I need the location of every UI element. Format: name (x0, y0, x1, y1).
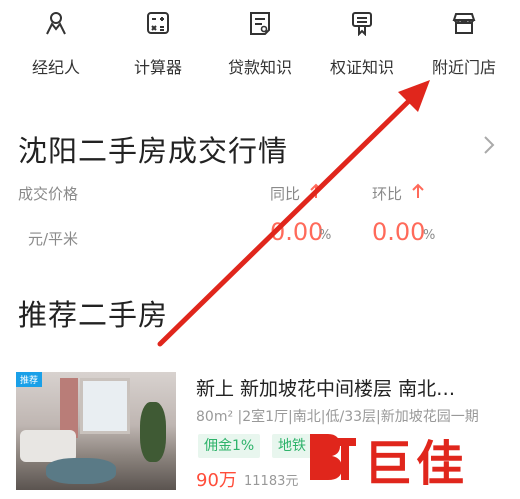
watermark-logo: 巨佳 (306, 420, 506, 492)
watermark-text: 巨佳 (364, 436, 469, 492)
logo-mark-icon (310, 434, 356, 480)
